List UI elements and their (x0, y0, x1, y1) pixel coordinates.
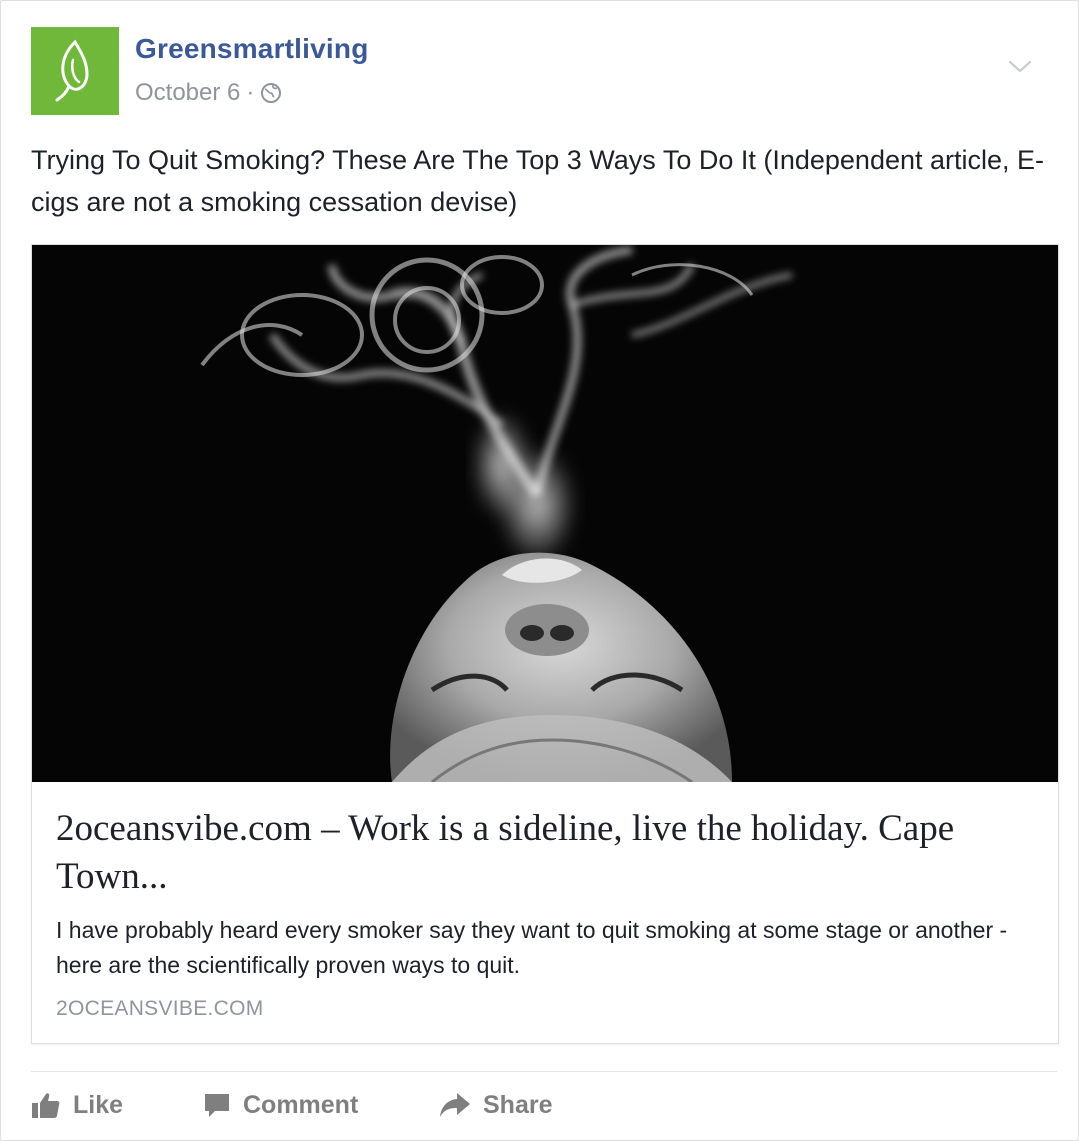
link-preview-card[interactable]: 2oceansvibe.com – Work is a sideline, li… (31, 244, 1059, 1044)
meta-separator: · (246, 79, 255, 106)
like-label: Like (73, 1090, 124, 1119)
page-name-link[interactable]: Greensmartliving (135, 33, 369, 65)
post-meta: October 6 · (135, 79, 282, 107)
post-card: Greensmartliving October 6 · Trying To Q… (0, 0, 1079, 1141)
like-button[interactable]: Like (31, 1083, 123, 1127)
share-button[interactable]: Share (439, 1083, 552, 1127)
share-arrow-icon (440, 1093, 470, 1117)
thumbs-up-icon (32, 1093, 60, 1118)
post-text: Trying To Quit Smoking? These Are The To… (31, 145, 1045, 217)
leaf-logo-icon (55, 39, 89, 102)
share-label: Share (483, 1090, 553, 1119)
link-preview-title[interactable]: 2oceansvibe.com – Work is a sideline, li… (56, 805, 1036, 901)
post-header: Greensmartliving October 6 · (31, 27, 1051, 117)
actions-divider (31, 1071, 1057, 1072)
comment-label: Comment (243, 1090, 359, 1119)
post-actions-bar: Like Comment Share (31, 1083, 1057, 1127)
link-preview-description: I have probably heard every smoker say t… (56, 917, 1008, 978)
chevron-down-icon[interactable] (1007, 57, 1033, 77)
link-preview-domain: 2OCEANSVIBE.COM (56, 997, 264, 1020)
globe-icon[interactable] (260, 82, 282, 104)
comment-button[interactable]: Comment (203, 1083, 358, 1127)
post-date[interactable]: October 6 (135, 79, 240, 107)
comment-bubble-icon (205, 1094, 229, 1117)
page-avatar[interactable] (31, 27, 119, 115)
link-preview-image[interactable] (32, 245, 1058, 782)
